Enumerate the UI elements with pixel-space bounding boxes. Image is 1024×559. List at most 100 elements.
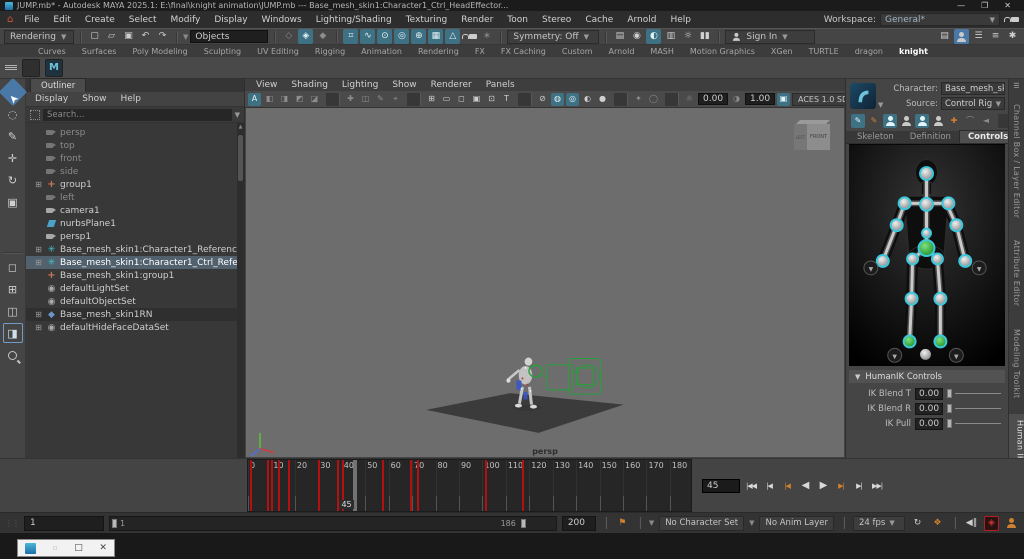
zoom-tool[interactable] xyxy=(3,345,23,365)
expand-toggle-icon[interactable]: ⊞ xyxy=(34,245,43,254)
select-tool[interactable]: ➤ xyxy=(0,78,27,106)
auto-key-icon[interactable] xyxy=(1004,516,1019,531)
menu-item[interactable]: Help xyxy=(663,13,698,27)
edit-definition-icon[interactable]: ✎ xyxy=(867,114,881,128)
menu-set-dropdown[interactable]: Rendering▼ xyxy=(4,30,74,44)
outliner-menu-item[interactable]: Display xyxy=(28,94,75,104)
recording-options-icon[interactable]: ◈ xyxy=(984,516,999,531)
exposure-field[interactable]: 0.00 xyxy=(698,93,728,105)
shelf-tab[interactable]: FX Caching xyxy=(493,47,554,56)
render-settings-icon[interactable]: ☼ xyxy=(680,29,695,44)
four-pane-layout-button[interactable]: ⊞ xyxy=(3,279,23,299)
move-tool[interactable]: ✛ xyxy=(3,148,23,168)
expand-toggle-icon[interactable]: ⊞ xyxy=(34,258,43,267)
resolution-gate-icon[interactable]: ◻ xyxy=(455,93,468,106)
viewport-menu-item[interactable]: Panels xyxy=(479,80,522,90)
go-to-end-button[interactable]: ▶▶| xyxy=(869,478,885,493)
gate-mask-icon[interactable]: ▣ xyxy=(470,93,483,106)
menu-item[interactable]: Texturing xyxy=(399,13,455,27)
minimize-button[interactable]: — xyxy=(957,1,965,10)
grid-toggle-icon[interactable]: ⊞ xyxy=(425,93,438,106)
humanik-toggle-icon[interactable] xyxy=(954,29,969,44)
new-scene-icon[interactable]: ▢ xyxy=(87,29,102,44)
snap-point-icon[interactable]: ⊙ xyxy=(377,29,392,44)
ik-slider[interactable] xyxy=(947,418,1003,429)
shelf-tab[interactable]: Animation xyxy=(353,47,410,56)
range-slider[interactable]: 1 186 xyxy=(109,516,557,531)
play-backwards-button[interactable]: ◀ xyxy=(797,478,813,493)
viewport-canvas[interactable]: LEFT FRONT persp xyxy=(246,108,844,457)
animation-end-field[interactable]: 200 xyxy=(562,516,596,531)
multi-camera-icon[interactable]: ◫ xyxy=(359,93,372,106)
scroll-up-icon[interactable]: ▲ xyxy=(237,124,244,130)
snap-magnet-icon[interactable]: △ xyxy=(445,29,460,44)
character-dropdown[interactable]: Base_mesh_skin1:Charact▼ xyxy=(941,82,1005,95)
outliner-tab[interactable]: Outliner xyxy=(30,78,86,92)
snap-view-plane-icon[interactable]: ⊕ xyxy=(411,29,426,44)
shelf-tab[interactable]: MASH xyxy=(642,47,681,56)
outliner-menu-item[interactable]: Help xyxy=(113,94,148,104)
pin-translate-icon[interactable]: ◄ xyxy=(979,114,993,128)
skeleton-view-icon[interactable] xyxy=(883,114,897,128)
outliner-row[interactable]: nurbsPlane1 xyxy=(26,217,244,230)
safe-title-icon[interactable]: T xyxy=(500,93,513,106)
xray-icon[interactable]: ◯ xyxy=(647,93,660,106)
outliner-row[interactable]: defaultLightSet xyxy=(26,282,244,295)
menu-item[interactable]: Render xyxy=(454,13,500,27)
outliner-scrollbar[interactable]: ▲ xyxy=(237,123,244,458)
outliner-row[interactable]: Base_mesh_skin1:group1 xyxy=(26,269,244,282)
chevron-down-icon[interactable]: ▼ xyxy=(649,519,654,527)
highlight-selection-icon[interactable]: ∗ xyxy=(479,29,494,44)
modeling-toolkit-toggle-icon[interactable]: ▤ xyxy=(937,29,952,44)
outliner-row[interactable]: side xyxy=(26,165,244,178)
shelf-tab[interactable]: XGen xyxy=(763,47,801,56)
ik-slider-value-field[interactable]: 0.00 xyxy=(915,388,943,400)
expand-toggle-icon[interactable]: ⊞ xyxy=(34,323,43,332)
select-hierarchy-icon[interactable]: ◇ xyxy=(281,29,296,44)
view-cube-front-face[interactable]: FRONT xyxy=(807,124,830,150)
field-chart-icon[interactable]: ⊡ xyxy=(485,93,498,106)
shelf-tab[interactable]: Sculpting xyxy=(196,47,249,56)
pause-icon[interactable]: ▮▮ xyxy=(697,29,712,44)
shelf-tab[interactable]: Surfaces xyxy=(74,47,125,56)
mirror-character-icon[interactable] xyxy=(915,114,929,128)
step-forward-frame-button[interactable]: ▶| xyxy=(833,478,849,493)
tab-skeleton[interactable]: Skeleton xyxy=(849,131,902,143)
time-ruler[interactable]: 0102030405060708090100110120130140150160… xyxy=(247,459,692,512)
step-forward-key-button[interactable]: ▶| xyxy=(851,478,867,493)
range-start-handle[interactable] xyxy=(112,519,117,528)
lights-icon[interactable]: ◐ xyxy=(581,93,594,106)
shelf-tab[interactable]: Custom xyxy=(554,47,601,56)
snap-curve-icon[interactable]: ∿ xyxy=(360,29,375,44)
humanik-controls-header[interactable]: ▼ HumanIK Controls xyxy=(849,370,1005,383)
undo-icon[interactable]: ↶ xyxy=(138,29,153,44)
outliner-row[interactable]: left xyxy=(26,191,244,204)
outliner-row[interactable]: top xyxy=(26,139,244,152)
textured-icon[interactable]: ◎ xyxy=(566,93,579,106)
redo-icon[interactable]: ↷ xyxy=(155,29,170,44)
shelf-item-icon[interactable] xyxy=(22,59,40,77)
select-component-icon[interactable]: ◆ xyxy=(315,29,330,44)
outliner-search-input[interactable]: Search... xyxy=(43,109,232,121)
workspace-lock-icon[interactable] xyxy=(1004,14,1019,25)
menu-item[interactable]: Windows xyxy=(255,13,309,27)
shelf-tab[interactable]: dragon xyxy=(847,47,891,56)
playback-loop-icon[interactable]: ↻ xyxy=(910,516,925,531)
camera-attributes-icon[interactable]: ◨ xyxy=(278,93,291,106)
measure-icon[interactable]: ⌖ xyxy=(389,93,402,106)
menu-item[interactable]: Stereo xyxy=(535,13,578,27)
ipr-render-icon[interactable]: ◐ xyxy=(646,29,661,44)
pan-zoom-icon[interactable]: ✚ xyxy=(344,93,357,106)
bookmark-flag-icon[interactable]: ⚑ xyxy=(615,516,630,531)
fps-dropdown[interactable]: 24 fps▼ xyxy=(853,516,905,531)
pin-rotate-icon[interactable]: ⌒ xyxy=(963,114,977,128)
outliner-row[interactable]: ⊞ defaultHideFaceDataSet xyxy=(26,321,244,334)
speaker-icon[interactable]: ◀‖ xyxy=(964,516,979,531)
tool-settings-toggle-icon[interactable]: ≡ xyxy=(988,29,1003,44)
humanik-body-view[interactable]: ▼▼ ▼▼ xyxy=(849,144,1005,366)
filter-dropdown-icon[interactable]: ▼ xyxy=(235,111,240,119)
shelf-tab[interactable]: UV Editing xyxy=(249,47,307,56)
outliner-menu-item[interactable]: Show xyxy=(75,94,113,104)
shelf-tab[interactable]: knight xyxy=(891,47,936,56)
shelf-tab[interactable]: Rigging xyxy=(307,47,353,56)
